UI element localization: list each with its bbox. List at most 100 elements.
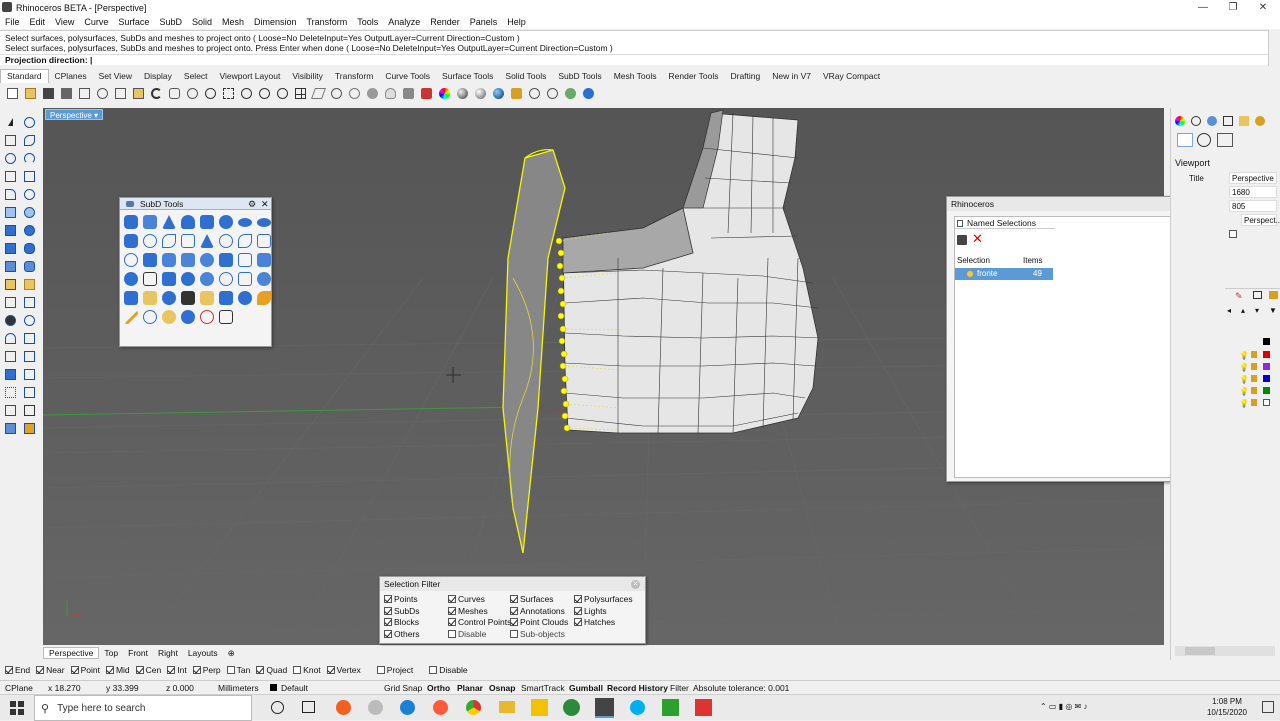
tab-display[interactable]: Display	[138, 70, 178, 83]
menu-solid[interactable]: Solid	[187, 17, 217, 27]
display-tab-icon[interactable]	[1223, 116, 1233, 126]
layer-color-swatch[interactable]	[1263, 399, 1270, 406]
properties-tab-icon[interactable]	[1175, 116, 1185, 126]
tab-set-view[interactable]: Set View	[93, 70, 138, 83]
filter-surfaces-checkbox[interactable]: Surfaces	[510, 594, 554, 604]
subd-ellipsoid-icon[interactable]	[238, 218, 252, 227]
status-units[interactable]: Millimeters	[218, 683, 259, 693]
bulb-icon[interactable]: 💡	[1239, 363, 1249, 372]
layer-icon[interactable]	[418, 85, 434, 101]
menu-file[interactable]: File	[0, 17, 25, 27]
viewport-settings-icon[interactable]	[1197, 133, 1211, 147]
menu-analyze[interactable]: Analyze	[383, 17, 425, 27]
check-icon[interactable]	[21, 402, 37, 418]
osnap-mid-checkbox[interactable]: Mid	[105, 665, 130, 675]
subd-cube-icon[interactable]	[200, 215, 214, 229]
toggle-smarttrack[interactable]: SmartTrack	[521, 683, 565, 693]
mesh-icon[interactable]	[2, 258, 18, 274]
render-object-icon[interactable]	[2, 420, 18, 436]
move-icon[interactable]	[328, 85, 344, 101]
subd-link-icon[interactable]	[219, 310, 233, 324]
windows-start-icon[interactable]	[10, 701, 24, 715]
render-icon[interactable]	[490, 85, 506, 101]
subd-box-icon[interactable]	[124, 215, 138, 229]
subd-reflect-icon[interactable]	[143, 310, 157, 324]
prop-height-field[interactable]: 805	[1229, 200, 1277, 212]
surface-icon[interactable]	[2, 204, 18, 220]
edge-icon[interactable]	[400, 700, 415, 715]
osnap-near-checkbox[interactable]: Near	[36, 665, 65, 675]
panel-gear-icon[interactable]: ⚙	[248, 198, 256, 210]
app-icon[interactable]	[368, 700, 383, 715]
tab-drafting[interactable]: Drafting	[724, 70, 766, 83]
subd-project-icon[interactable]	[219, 291, 233, 305]
array-icon[interactable]	[21, 366, 37, 382]
osnap-tan-checkbox[interactable]: Tan	[226, 665, 250, 675]
tab-transform[interactable]: Transform	[329, 70, 379, 83]
layer-edit-icon[interactable]: ✎	[1235, 291, 1243, 302]
help-tab-icon[interactable]	[1255, 116, 1265, 126]
osnap-perp-checkbox[interactable]: Perp	[192, 665, 221, 675]
tab-new-in-v7[interactable]: New in V7	[766, 70, 817, 83]
subd-symmetry-icon[interactable]	[124, 272, 138, 286]
subd-display-icon[interactable]	[143, 272, 157, 286]
edit-points-icon[interactable]	[2, 402, 18, 418]
save-icon[interactable]	[40, 85, 56, 101]
osnap-vertex-checkbox[interactable]: Vertex	[326, 665, 361, 675]
toggle-planar[interactable]: Planar	[457, 683, 483, 693]
render-tab-icon[interactable]	[1207, 116, 1217, 126]
subd-weld-icon[interactable]	[219, 253, 233, 267]
four-view-icon[interactable]	[292, 85, 308, 101]
osnap-knot-checkbox[interactable]: Knot	[293, 665, 321, 675]
zoom-selected-icon[interactable]	[256, 85, 272, 101]
subd-to-nurbs-icon[interactable]	[200, 272, 214, 286]
materials-tab-icon[interactable]	[1239, 116, 1249, 126]
lock-icon[interactable]	[1251, 363, 1257, 370]
filter-polysurfaces-checkbox[interactable]: Polysurfaces	[574, 594, 633, 604]
box-icon[interactable]	[2, 240, 18, 256]
tab-mesh-tools[interactable]: Mesh Tools	[608, 70, 663, 83]
subd-thicken-icon[interactable]	[162, 272, 176, 286]
viewport-frame-icon[interactable]	[1217, 133, 1233, 147]
subd-revolve-icon[interactable]	[181, 234, 195, 248]
subd-unweld-icon[interactable]	[238, 253, 252, 267]
polyline-icon[interactable]	[2, 132, 18, 148]
status-layer[interactable]: Default	[281, 683, 308, 693]
paste-icon[interactable]	[130, 85, 146, 101]
menu-mesh[interactable]: Mesh	[217, 17, 249, 27]
zoom-extents-icon[interactable]	[238, 85, 254, 101]
menu-edit[interactable]: Edit	[25, 17, 51, 27]
split-icon[interactable]	[2, 294, 18, 310]
subd-delete-icon[interactable]	[200, 310, 214, 324]
subd-crease-icon[interactable]	[257, 234, 271, 248]
command-prompt[interactable]: Projection direction: |	[0, 54, 1268, 65]
file-explorer-icon[interactable]	[499, 701, 515, 713]
light-icon[interactable]	[382, 85, 398, 101]
delete-selection-icon[interactable]: ✕	[972, 231, 983, 247]
dimension-icon[interactable]	[2, 330, 18, 346]
lock-icon[interactable]	[1251, 387, 1257, 394]
toggle-osnap[interactable]: Osnap	[489, 683, 515, 693]
lock-icon[interactable]	[1251, 399, 1257, 406]
sticky-notes-icon[interactable]	[531, 699, 548, 716]
close-button[interactable]: ✕	[1246, 0, 1280, 15]
taskbar-search-box[interactable]: ⚲ Type here to search	[34, 695, 252, 721]
tab-layouts[interactable]: Layouts	[183, 648, 223, 658]
subd-extrude-icon[interactable]	[124, 234, 138, 248]
scrollbar-thumb[interactable]	[1185, 647, 1215, 655]
print-icon[interactable]	[58, 85, 74, 101]
toggle-grid-snap[interactable]: Grid Snap	[384, 683, 422, 693]
save-selection-icon[interactable]	[957, 235, 967, 245]
group-icon[interactable]	[2, 312, 18, 328]
filter-points-checkbox[interactable]: Points	[384, 594, 418, 604]
layers-tab-icon[interactable]	[1191, 116, 1201, 126]
viewport-title-tab[interactable]: Perspective ▾	[45, 109, 104, 120]
extrude-icon[interactable]	[2, 222, 18, 238]
camtasia-icon[interactable]	[662, 699, 679, 716]
camera-icon[interactable]	[1177, 133, 1193, 147]
subd-repair-icon[interactable]	[257, 272, 271, 286]
nav-left-icon[interactable]: ◂	[1227, 306, 1231, 315]
toggle-record-history[interactable]: Record History	[607, 683, 668, 693]
menu-tools[interactable]: Tools	[352, 17, 383, 27]
panel-close-icon[interactable]: ✕	[631, 580, 640, 589]
